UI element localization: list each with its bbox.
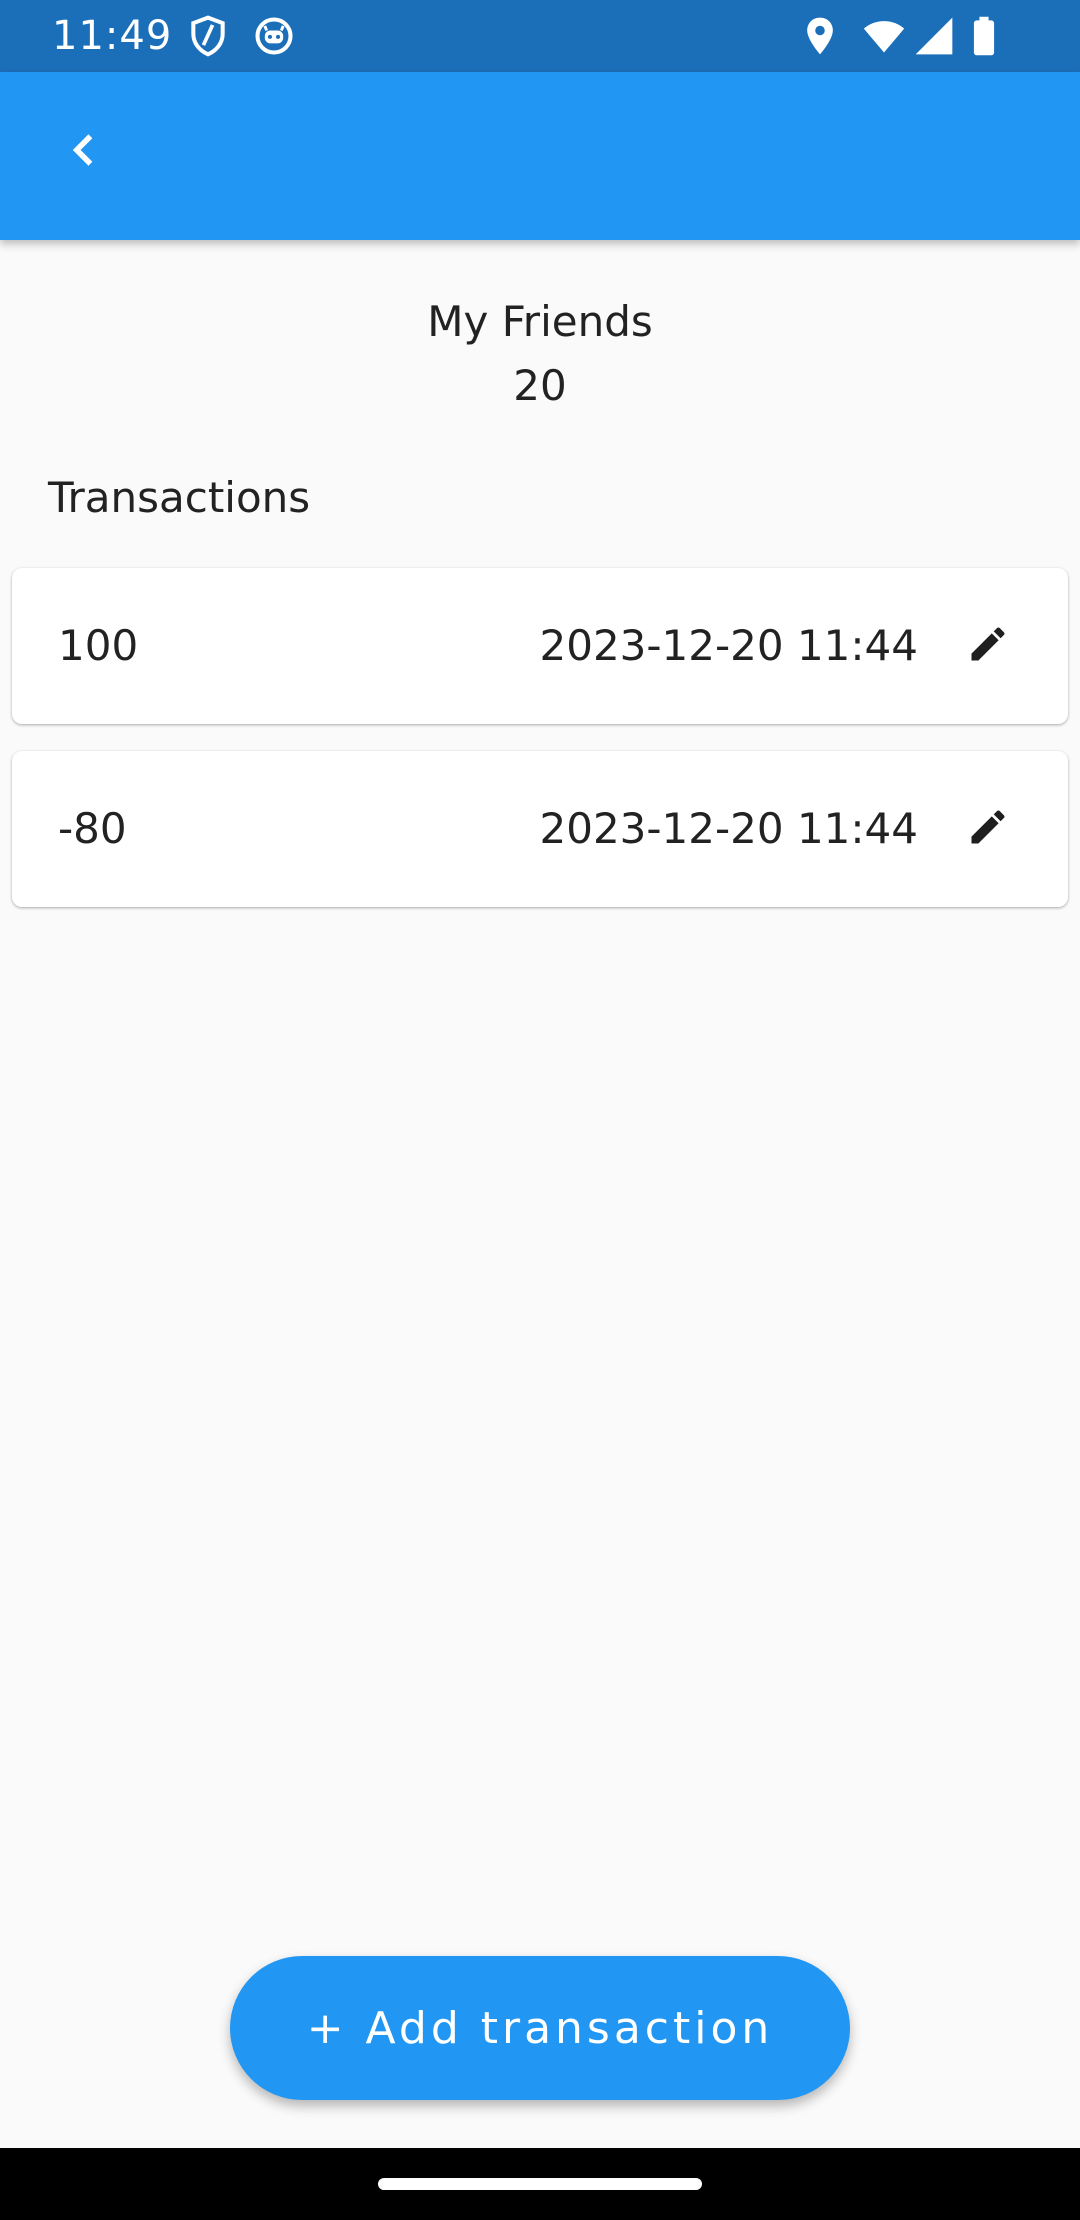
transaction-card[interactable]: 100 2023-12-20 11:44 <box>12 568 1068 724</box>
back-button[interactable] <box>44 112 124 192</box>
friend-name: My Friends <box>427 297 653 346</box>
transaction-amount: -80 <box>58 804 127 853</box>
transaction-amount: 100 <box>58 621 139 670</box>
transactions-title: Transactions <box>48 473 311 522</box>
pencil-icon <box>966 805 1010 853</box>
chevron-left-icon <box>62 128 106 176</box>
status-time: 11:49 <box>52 13 173 59</box>
edit-transaction-button[interactable] <box>948 789 1028 869</box>
shield-icon <box>186 14 230 58</box>
signal-icon <box>912 14 956 58</box>
status-bar: 11:49 <box>0 0 1080 72</box>
transaction-list: 100 2023-12-20 11:44 -80 2023-12-20 11:4… <box>12 568 1068 934</box>
transaction-card[interactable]: -80 2023-12-20 11:44 <box>12 751 1068 907</box>
app-bar <box>0 72 1080 240</box>
transaction-date: 2023-12-20 11:44 <box>539 804 918 853</box>
home-indicator[interactable] <box>378 2178 702 2190</box>
pencil-icon <box>966 622 1010 670</box>
friend-balance: 20 <box>513 361 567 410</box>
battery-icon <box>962 14 1006 58</box>
edit-transaction-button[interactable] <box>948 606 1028 686</box>
notification-bot-icon <box>252 14 296 58</box>
wifi-icon <box>862 14 906 58</box>
navigation-bar <box>0 2148 1080 2220</box>
transaction-date: 2023-12-20 11:44 <box>539 621 918 670</box>
add-transaction-button[interactable]: + Add transaction <box>230 1956 850 2100</box>
location-icon <box>798 14 842 58</box>
